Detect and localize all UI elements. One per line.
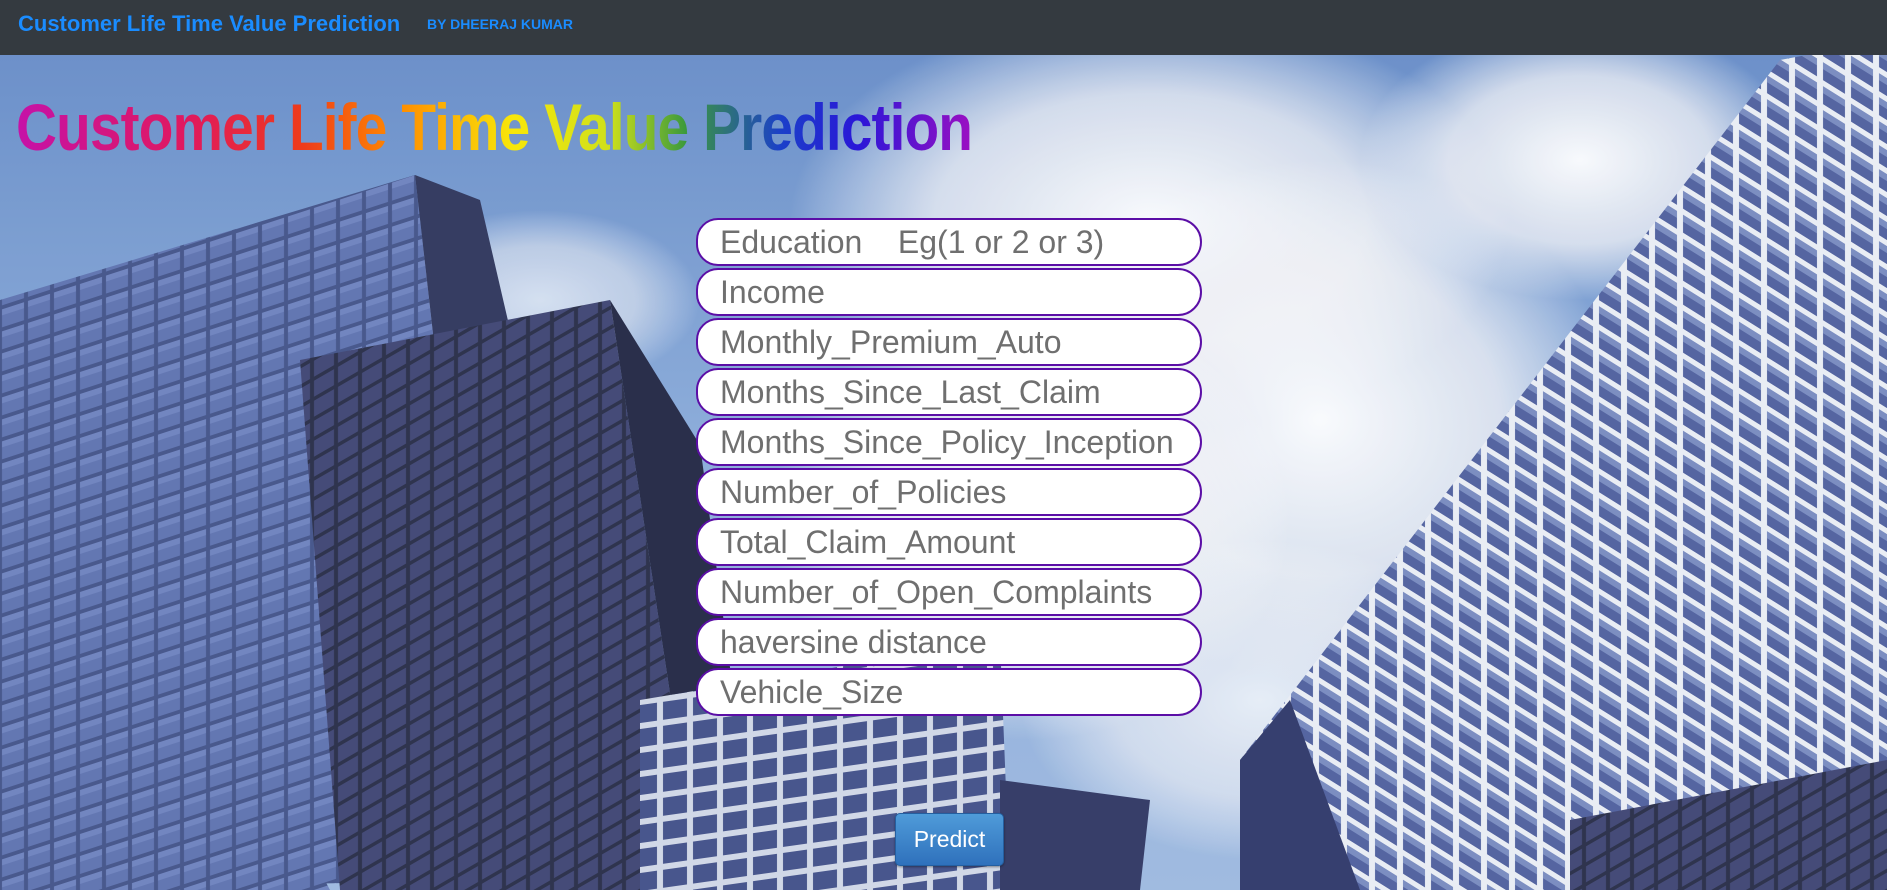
navbar: Customer Life Time Value Prediction BY D… (0, 0, 1887, 55)
education-input[interactable] (696, 218, 1202, 266)
prediction-form (696, 218, 1202, 718)
monthly-premium-auto-input[interactable] (696, 318, 1202, 366)
number-of-open-complaints-input[interactable] (696, 568, 1202, 616)
total-claim-amount-input[interactable] (696, 518, 1202, 566)
months-since-policy-inception-input[interactable] (696, 418, 1202, 466)
months-since-last-claim-input[interactable] (696, 368, 1202, 416)
predict-button[interactable]: Predict (895, 813, 1004, 866)
page-title: Customer Life Time Value Prediction (16, 82, 973, 172)
income-input[interactable] (696, 268, 1202, 316)
vehicle-size-input[interactable] (696, 668, 1202, 716)
number-of-policies-input[interactable] (696, 468, 1202, 516)
author-byline: BY DHEERAJ KUMAR (427, 16, 573, 32)
navbar-brand[interactable]: Customer Life Time Value Prediction (18, 11, 400, 37)
haversine-distance-input[interactable] (696, 618, 1202, 666)
